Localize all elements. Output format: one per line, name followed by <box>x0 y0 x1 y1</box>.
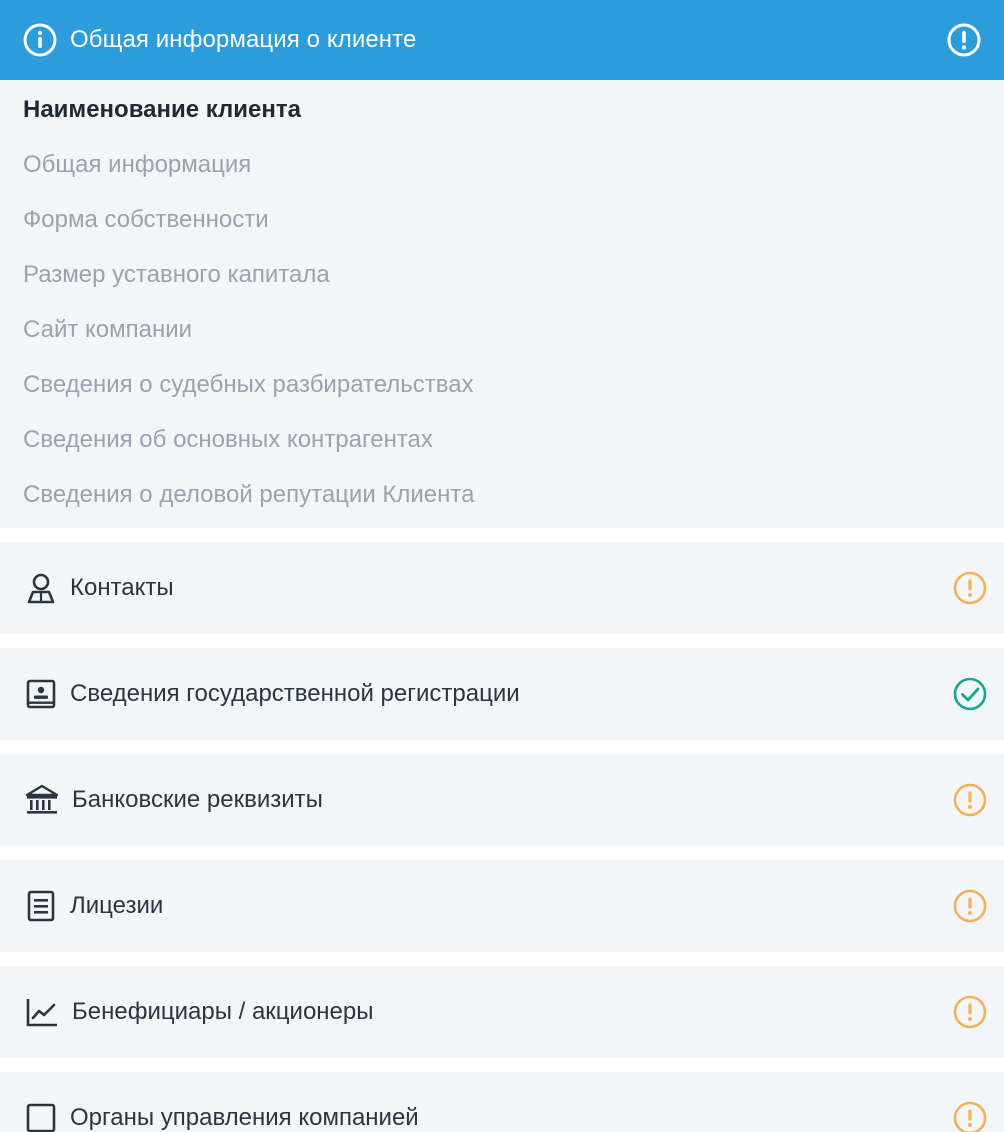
section-title: Общая информация о клиенте <box>70 26 417 53</box>
document-icon <box>24 889 58 923</box>
section-management-bodies[interactable]: Органы управления компанией <box>0 1072 1004 1132</box>
section-licenses[interactable]: Лицезии <box>0 860 1004 952</box>
client-info-accordion: Общая информация о клиенте Наименование … <box>0 0 1004 1132</box>
subitem-authorized-capital[interactable]: Размер уставного капитала <box>23 261 1004 288</box>
check-circle-icon <box>952 676 988 712</box>
section-label: Органы управления компанией <box>70 1104 419 1131</box>
id-card-icon <box>24 677 58 711</box>
subitem-ownership-form[interactable]: Форма собственности <box>23 206 1004 233</box>
alert-icon <box>946 22 982 58</box>
square-icon <box>24 1101 58 1132</box>
warning-icon <box>952 1100 988 1132</box>
section-label: Бенефициары / акционеры <box>72 998 374 1025</box>
chart-icon <box>24 995 60 1029</box>
subitem-client-name[interactable]: Наименование клиента <box>23 96 1004 123</box>
section-label: Банковские реквизиты <box>72 786 323 813</box>
bank-icon <box>24 783 60 817</box>
person-icon <box>24 571 58 605</box>
warning-icon <box>952 888 988 924</box>
section-label: Лицезии <box>70 892 164 919</box>
subitem-litigation-info[interactable]: Сведения о судебных разбирательствах <box>23 371 1004 398</box>
info-icon <box>22 22 58 58</box>
section-header-general-info[interactable]: Общая информация о клиенте <box>0 0 1004 80</box>
section-subitems: Наименование клиента Общая информация Фо… <box>0 80 1004 528</box>
section-label: Контакты <box>70 574 174 601</box>
warning-icon <box>952 994 988 1030</box>
warning-icon <box>952 782 988 818</box>
subitem-general-info[interactable]: Общая информация <box>23 151 1004 178</box>
section-bank-details[interactable]: Банковские реквизиты <box>0 754 1004 846</box>
section-beneficiaries[interactable]: Бенефициары / акционеры <box>0 966 1004 1058</box>
warning-icon <box>952 570 988 606</box>
subitem-business-reputation[interactable]: Сведения о деловой репутации Клиента <box>23 481 1004 508</box>
subitem-counterparties-info[interactable]: Сведения об основных контрагентах <box>23 426 1004 453</box>
section-contacts[interactable]: Контакты <box>0 542 1004 634</box>
subitem-company-website[interactable]: Сайт компании <box>23 316 1004 343</box>
section-label: Сведения государственной регистрации <box>70 680 520 707</box>
section-state-registration[interactable]: Сведения государственной регистрации <box>0 648 1004 740</box>
